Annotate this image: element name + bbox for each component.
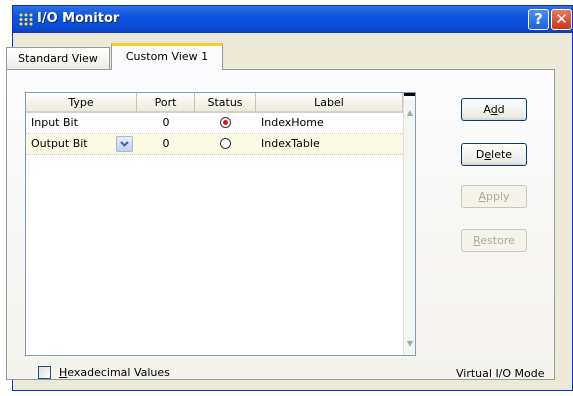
column-header-label[interactable]: Label: [256, 93, 403, 113]
table-row[interactable]: Input Bit 0 IndexHome: [26, 113, 403, 134]
label-cell: IndexHome: [261, 116, 324, 129]
chevron-down-icon: [120, 141, 129, 147]
io-grid-icon: [19, 13, 33, 26]
io-grid: Type Port Status Label Input Bit 0 Index…: [25, 92, 416, 356]
label-cell: IndexTable: [261, 137, 320, 150]
status-on-indicator[interactable]: [220, 117, 231, 128]
hexadecimal-values-checkbox[interactable]: [38, 366, 51, 379]
delete-button[interactable]: Delete: [461, 143, 527, 166]
table-row-selected[interactable]: Output Bit 0 IndexTable: [26, 134, 403, 155]
status-off-indicator[interactable]: [220, 138, 231, 149]
column-header-type[interactable]: Type: [26, 93, 137, 113]
title-bar[interactable]: I/O Monitor ? ✕: [13, 6, 572, 33]
column-header-status[interactable]: Status: [195, 93, 256, 113]
help-button[interactable]: ?: [528, 9, 549, 30]
scroll-up-icon[interactable]: ▲: [405, 106, 415, 120]
virtual-io-mode-label: Virtual I/O Mode: [456, 367, 545, 380]
vertical-scrollbar[interactable]: ▲ ▼: [403, 93, 415, 355]
type-cell: Output Bit: [31, 137, 88, 150]
add-button[interactable]: Add: [461, 98, 527, 121]
column-header-port[interactable]: Port: [137, 93, 195, 113]
scroll-thumb[interactable]: [404, 93, 415, 100]
port-cell: 0: [162, 116, 170, 129]
type-cell: Input Bit: [31, 116, 78, 129]
window-title: I/O Monitor: [37, 11, 120, 26]
scroll-down-icon[interactable]: ▼: [405, 337, 415, 351]
apply-button[interactable]: Apply: [461, 185, 527, 208]
tab-standard-view[interactable]: Standard View: [6, 47, 110, 69]
type-dropdown-button[interactable]: [116, 136, 133, 152]
hexadecimal-values-label[interactable]: Hexadecimal Values: [59, 366, 170, 379]
tab-custom-view-1[interactable]: Custom View 1: [111, 43, 223, 70]
status-on-dot: [223, 120, 228, 125]
port-cell: 0: [162, 137, 170, 150]
restore-button[interactable]: Restore: [461, 229, 527, 252]
close-button[interactable]: ✕: [551, 9, 572, 30]
